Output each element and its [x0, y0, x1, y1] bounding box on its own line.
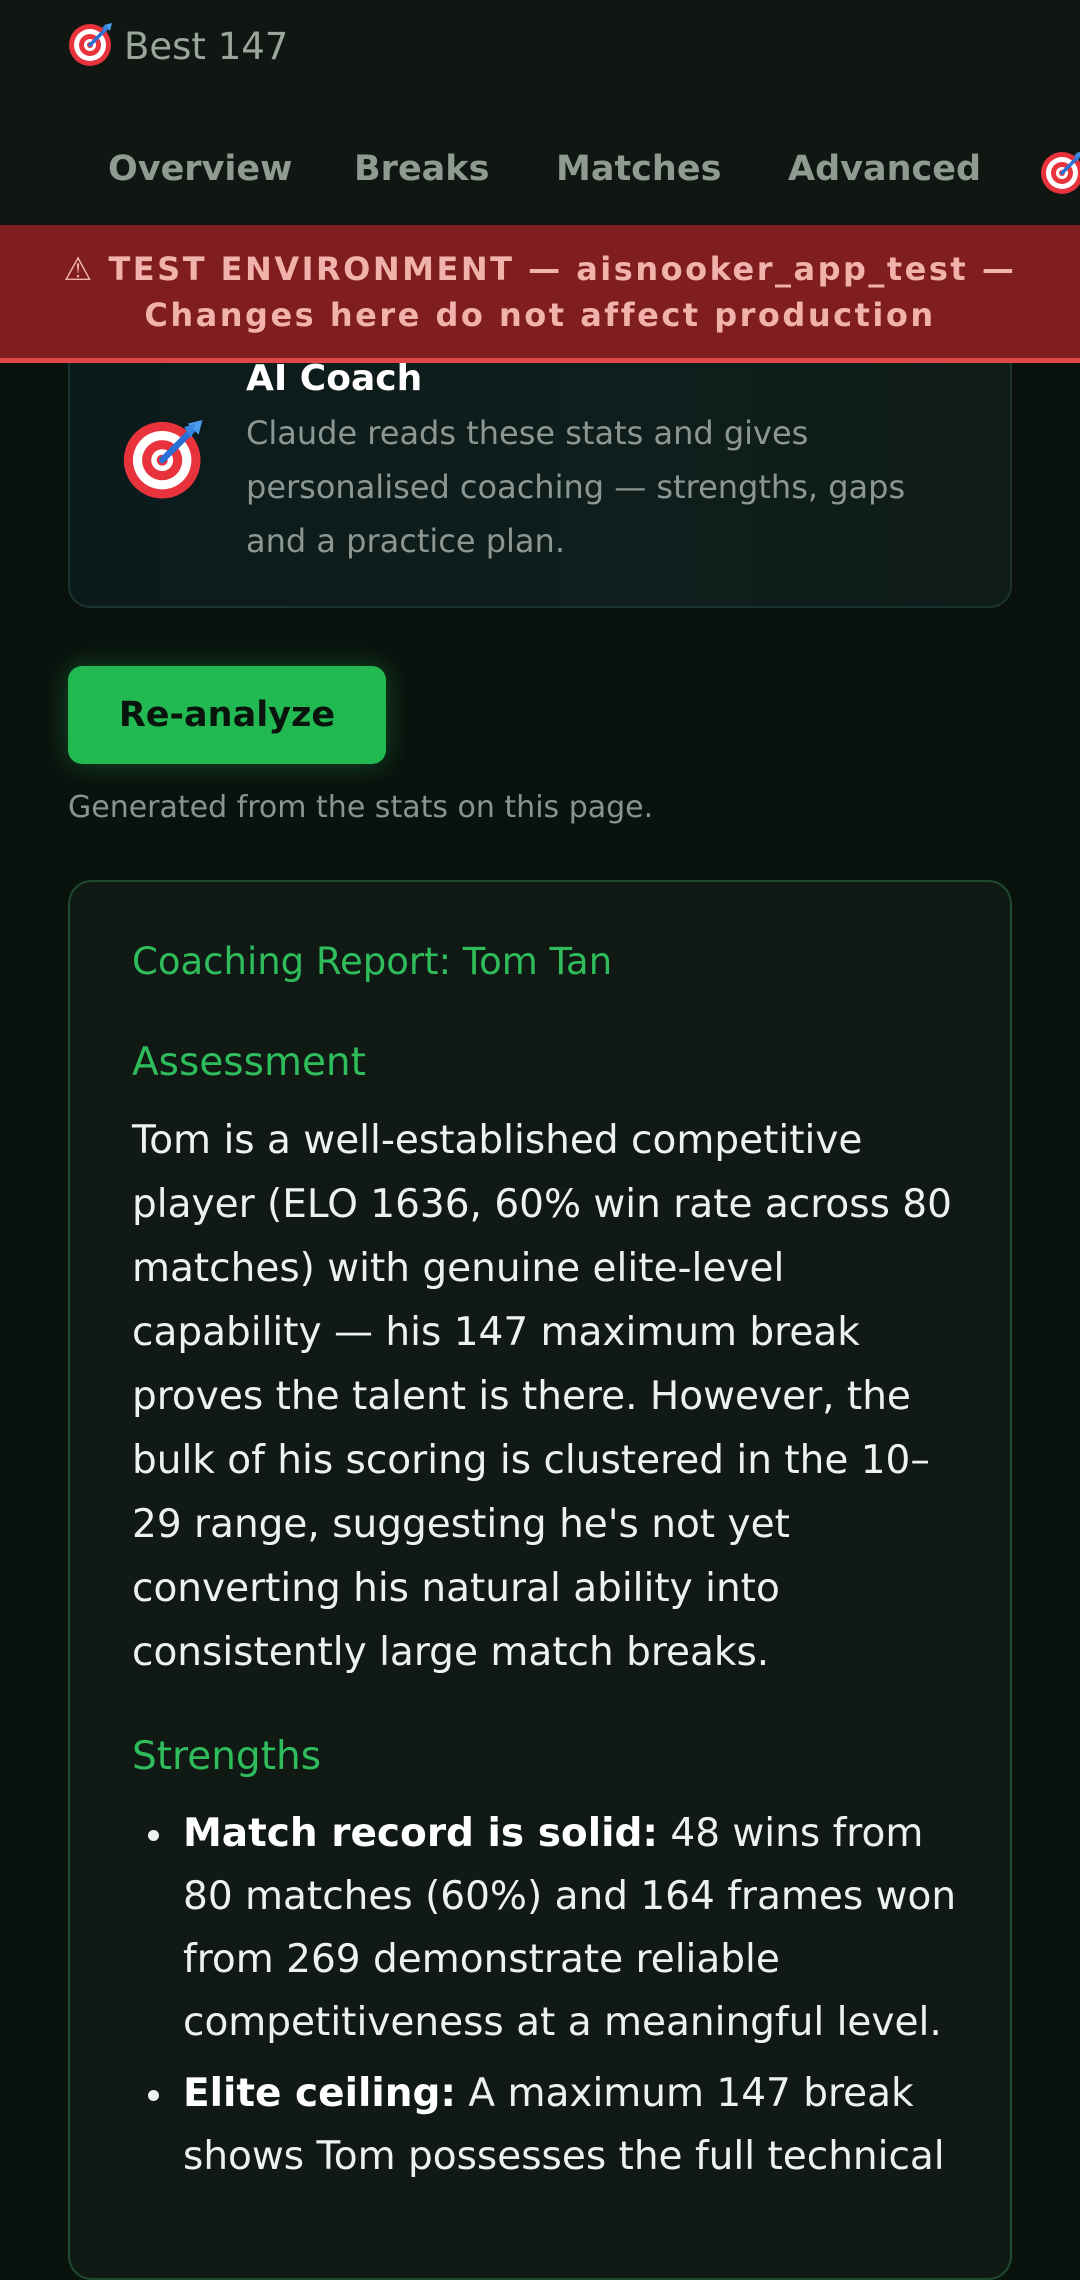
best-break-label: Best 147 [124, 24, 289, 68]
ai-coach-card: AI Coach Claude reads these stats and gi… [68, 320, 1012, 608]
assessment-heading: Assessment [132, 1040, 366, 1085]
best-break-stat: Best 147 [68, 18, 288, 74]
banner-warning-line: ⚠ TEST ENVIRONMENT — aisnooker_app_test … [63, 249, 1017, 288]
strength-title: Elite ceiling: [183, 2071, 456, 2116]
ai-coach-description: Claude reads these stats and gives perso… [246, 414, 906, 560]
banner-note-line: Changes here do not affect production [144, 295, 936, 334]
target-dart-icon [68, 23, 114, 69]
list-item: Elite ceiling: A maximum 147 break shows… [132, 2062, 962, 2188]
strengths-list: Match record is solid: 48 wins from 80 m… [132, 1802, 962, 2196]
generated-note: Generated from the stats on this page. [68, 790, 654, 825]
target-dart-icon [122, 420, 206, 504]
tab-matches[interactable]: Matches [556, 149, 721, 189]
strengths-heading: Strengths [132, 1734, 322, 1779]
tab-bar: Overview Breaks Matches Advanced [0, 145, 1080, 209]
tab-breaks[interactable]: Breaks [354, 149, 489, 189]
tab-advanced[interactable]: Advanced [788, 149, 981, 189]
test-environment-banner: ⚠ TEST ENVIRONMENT — aisnooker_app_test … [0, 225, 1080, 363]
report-title: Coaching Report: Tom Tan [132, 940, 613, 983]
assessment-text: Tom is a well-established competitive pl… [132, 1118, 952, 1675]
ai-coach-title: AI Coach [246, 358, 423, 399]
tab-ai-coach-icon[interactable] [1040, 151, 1080, 197]
reanalyze-button[interactable]: Re-analyze [68, 666, 386, 764]
strength-title: Match record is solid: [183, 1811, 658, 1856]
list-item: Match record is solid: 48 wins from 80 m… [132, 1802, 962, 2054]
top-bar: Best 147 Overview Breaks Matches Advance… [0, 0, 1080, 225]
tab-overview[interactable]: Overview [108, 149, 292, 189]
